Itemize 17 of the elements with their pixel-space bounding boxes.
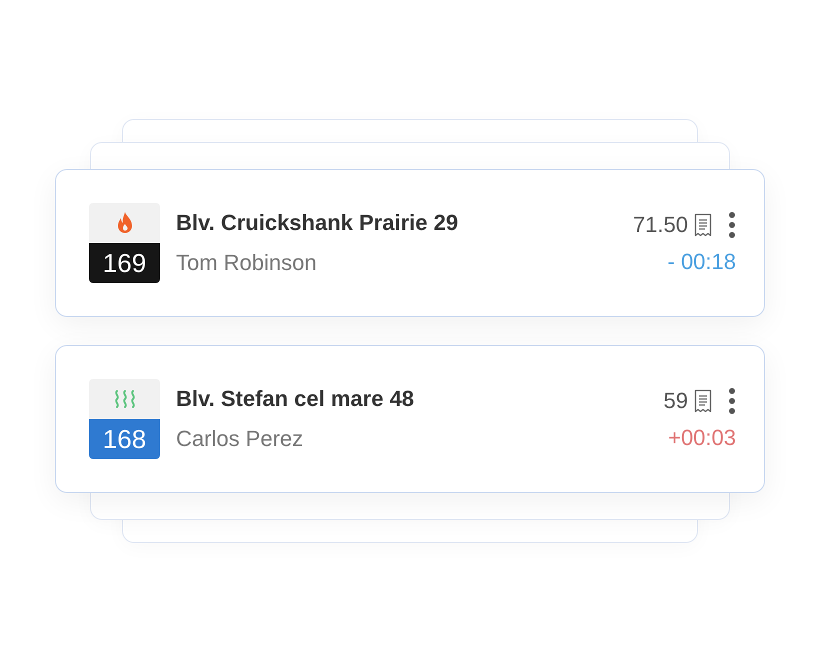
order-number: 169 <box>89 243 160 283</box>
receipt-icon <box>694 389 712 413</box>
order-card[interactable]: 168 Blv. Stefan cel mare 48 Carlos Perez 59 +00:03 <box>55 345 765 493</box>
order-address: Blv. Stefan cel mare 48 <box>176 386 416 412</box>
order-amount: 71.50 <box>632 212 688 238</box>
time-offset: +00:03 <box>668 425 737 451</box>
order-amount: 59 <box>664 388 688 414</box>
flame-icon <box>116 212 132 234</box>
receipt-icon <box>694 213 712 237</box>
time-offset: - 00:18 <box>668 249 737 275</box>
more-options-icon[interactable] <box>726 387 738 415</box>
order-number: 168 <box>89 419 160 459</box>
order-address: Blv. Cruickshank Prairie 29 <box>176 210 460 236</box>
customer-name: Tom Robinson <box>176 250 318 276</box>
order-card[interactable]: 169 Blv. Cruickshank Prairie 29 Tom Robinson 71.50 - 00:18 <box>55 169 765 317</box>
more-options-icon[interactable] <box>726 211 738 239</box>
customer-name: Carlos Perez <box>176 426 304 452</box>
